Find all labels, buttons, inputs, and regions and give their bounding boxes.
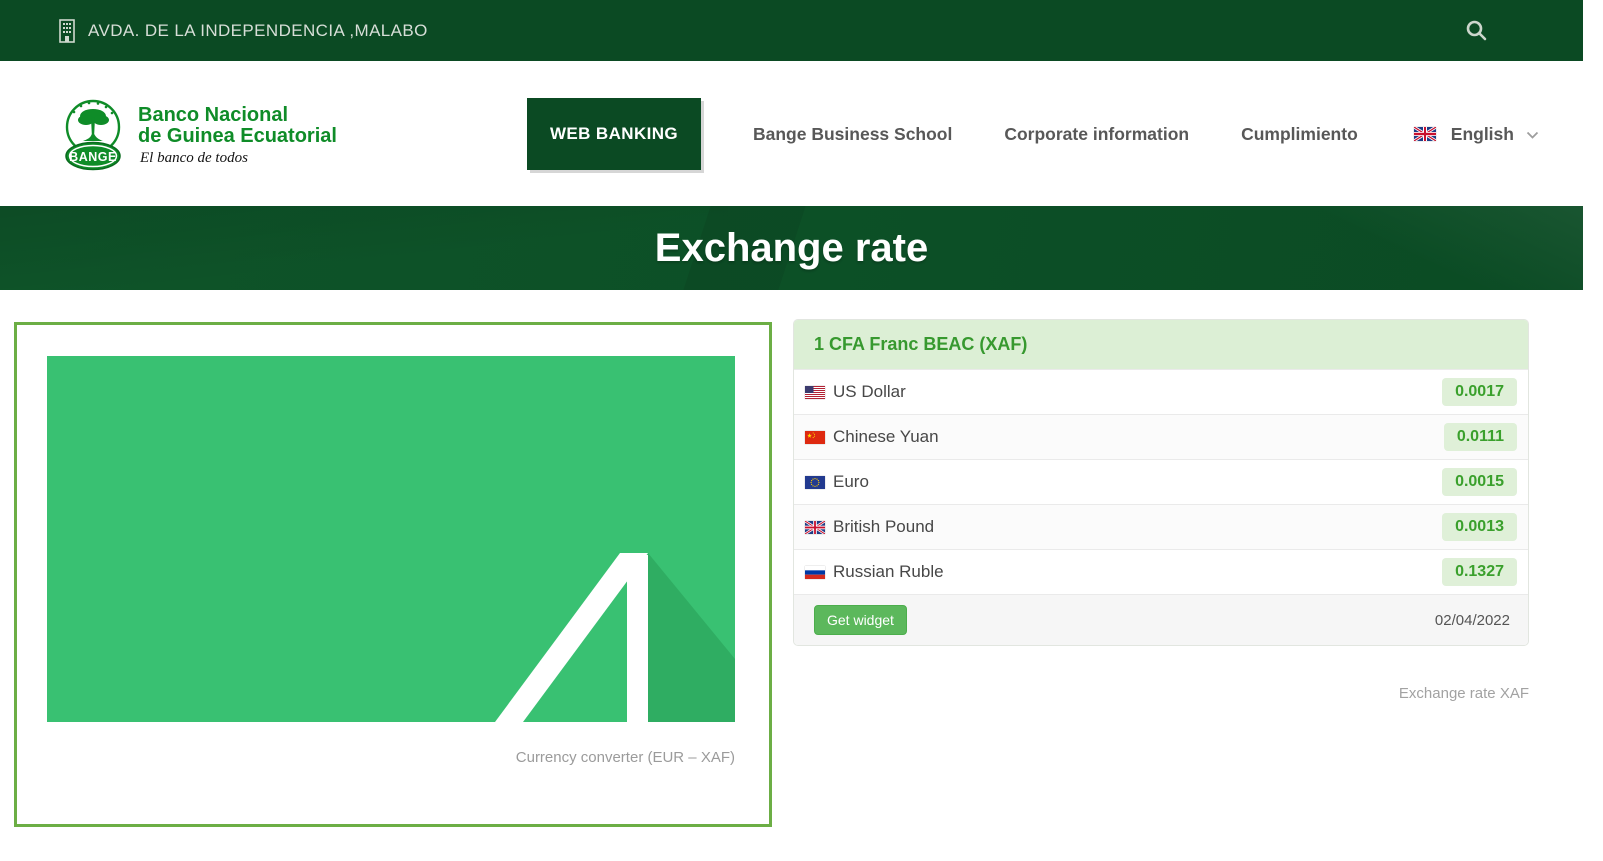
language-selector[interactable]: English [1414,124,1539,145]
rate-value: 0.1327 [1442,558,1517,586]
svg-text:BANGE: BANGE [69,150,117,164]
site-header: BANGE Banco Nacional de Guinea Ecuatoria… [0,61,1583,206]
eu-flag-icon [805,476,825,489]
search-icon[interactable] [1465,19,1488,42]
web-banking-button[interactable]: WEB BANKING [527,98,701,170]
converter-caption: Currency converter (EUR – XAF) [47,749,735,766]
uk-flag-icon [1414,127,1436,141]
rate-value: 0.0013 [1442,513,1517,541]
nav-item-bange-business-school[interactable]: Bange Business School [753,124,952,145]
rate-row-russian-ruble: Russian Ruble 0.1327 [794,549,1528,594]
rate-value: 0.0015 [1442,468,1517,496]
page: AVDA. DE LA INDEPENDENCIA ,MALABO [0,0,1603,861]
currency-converter-image [47,356,735,722]
bank-tagline: El banco de todos [138,150,337,167]
us-flag-icon [805,386,825,399]
rate-row-euro: Euro 0.0015 [794,459,1528,504]
rates-date: 02/04/2022 [1435,612,1510,629]
rate-value: 0.0017 [1442,378,1517,406]
page-banner: Exchange rate [0,206,1583,290]
building-icon [57,18,77,44]
rate-row-chinese-yuan: Chinese Yuan 0.0111 [794,414,1528,459]
rate-currency: British Pound [833,517,934,537]
rate-currency: US Dollar [833,382,906,402]
rate-currency: Russian Ruble [833,562,944,582]
page-title: Exchange rate [0,206,1583,290]
rate-row-us-dollar: US Dollar 0.0017 [794,369,1528,414]
bank-name-block: Banco Nacional de Guinea Ecuatorial El b… [138,105,337,167]
bank-logo[interactable]: BANGE Banco Nacional de Guinea Ecuatoria… [57,94,337,178]
bange-logo-icon: BANGE [57,94,129,178]
ru-flag-icon [805,566,825,579]
rate-currency: Euro [833,472,869,492]
bank-address: AVDA. DE LA INDEPENDENCIA ,MALABO [88,21,428,41]
topbar: AVDA. DE LA INDEPENDENCIA ,MALABO [0,0,1583,61]
address-block: AVDA. DE LA INDEPENDENCIA ,MALABO [57,18,428,44]
main-nav: WEB BANKING Bange Business School Corpor… [527,98,1539,170]
get-widget-button[interactable]: Get widget [814,605,907,635]
rate-row-british-pound: British Pound 0.0013 [794,504,1528,549]
rate-currency: Chinese Yuan [833,427,939,447]
rates-title: 1 CFA Franc BEAC (XAF) [814,334,1027,355]
language-label: English [1451,124,1514,145]
nav-item-cumplimiento[interactable]: Cumplimiento [1241,124,1358,145]
chevron-down-icon [1526,131,1539,140]
rates-footer: Get widget 02/04/2022 [794,594,1528,645]
exchange-rate-xaf-link[interactable]: Exchange rate XAF [793,685,1529,702]
currency-converter-widget: Currency converter (EUR – XAF) [14,322,772,827]
rates-header: 1 CFA Franc BEAC (XAF) [794,320,1528,369]
exchange-rates-panel: 1 CFA Franc BEAC (XAF) US Dollar 0.0017 … [793,319,1529,646]
bank-name-line2: de Guinea Ecuatorial [138,126,337,147]
gb-flag-icon [805,521,825,534]
rate-value: 0.0111 [1444,423,1517,451]
cn-flag-icon [805,431,825,444]
bank-name-line1: Banco Nacional [138,105,337,126]
nav-item-corporate-information[interactable]: Corporate information [1004,124,1189,145]
